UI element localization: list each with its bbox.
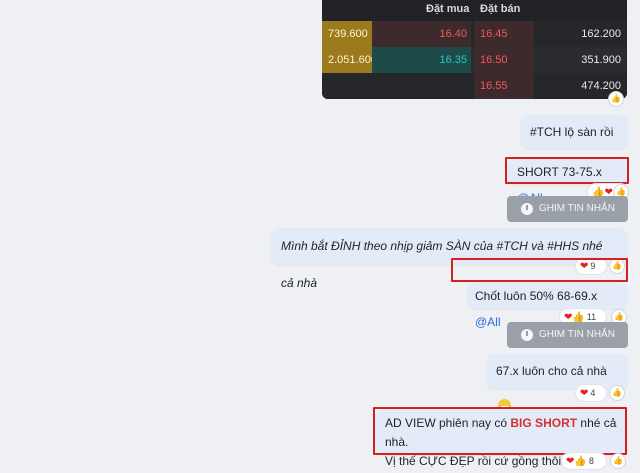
message-bubble[interactable]: Chốt luôn 50% 68-69.x @All — [467, 283, 628, 329]
like-icon[interactable]: 👍 — [611, 454, 625, 468]
orderbook-card: Đặt mua Đặt bán 739.600 16.40 16.45 162.… — [322, 0, 627, 99]
bid-volume: 2.051.600 — [322, 47, 377, 73]
pin-icon — [521, 329, 533, 341]
reaction-bar[interactable]: ❤ 4 — [576, 385, 606, 401]
like-icon[interactable]: 👍 — [609, 92, 623, 106]
highlight-box — [451, 258, 628, 282]
pin-message-button[interactable]: GHIM TIN NHẮN — [507, 196, 628, 222]
highlight-box — [373, 407, 627, 455]
ask-price: 16.55 — [474, 73, 534, 99]
orderbook-row: 2.051.600 16.35 16.50 351.900 — [322, 47, 627, 73]
highlight-box — [505, 157, 629, 184]
mention-all[interactable]: @All — [475, 315, 501, 329]
bid-price — [372, 73, 471, 99]
orderbook-header: Đặt mua Đặt bán — [322, 0, 627, 21]
pin-message-button[interactable]: GHIM TIN NHẮN — [507, 322, 628, 348]
bid-price: 16.35 — [372, 47, 471, 73]
bid-header: Đặt mua — [426, 3, 470, 15]
bid-price: 16.40 — [372, 21, 471, 47]
bid-volume: 739.600 — [322, 21, 372, 47]
orderbook-row: 739.600 16.40 16.45 162.200 — [322, 21, 627, 47]
ask-header: Đặt bán — [480, 3, 521, 15]
reaction-count: 4 — [590, 388, 596, 398]
message-bubble[interactable]: #TCH lộ sàn rồi ạ — [520, 115, 628, 173]
heart-icon: ❤ — [580, 388, 589, 399]
pin-label: GHIM TIN NHẮN — [539, 329, 615, 340]
bid-volume — [322, 73, 372, 99]
orderbook-row: 16.55 474.200 — [322, 73, 627, 99]
reaction-count: 8 — [588, 456, 594, 466]
message-text: Chốt luôn 50% 68-69.x — [475, 289, 598, 303]
thumbs-up-icon: 👍 — [574, 456, 587, 467]
ask-price: 16.45 — [474, 21, 534, 47]
reaction-count: 11 — [586, 312, 597, 322]
reaction-bar[interactable]: ❤👍 8 — [562, 453, 606, 469]
pin-icon — [521, 203, 533, 215]
message-bubble[interactable]: 67.x luôn cho cả nhà — [486, 354, 628, 412]
pin-label: GHIM TIN NHẮN — [539, 203, 615, 214]
message-text: 67.x luôn cho cả nhà — [496, 364, 607, 378]
ask-volume: 351.900 — [581, 54, 621, 66]
like-icon[interactable]: 👍 — [610, 386, 624, 400]
ask-price: 16.50 — [474, 47, 534, 73]
ask-volume: 162.200 — [581, 28, 621, 40]
